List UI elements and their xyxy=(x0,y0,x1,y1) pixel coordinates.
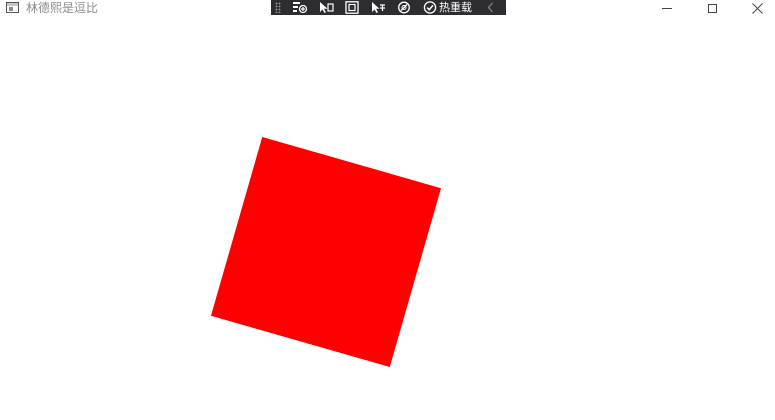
select-element-icon xyxy=(320,2,334,13)
display-layout-adorners-button[interactable] xyxy=(343,1,361,14)
chevron-left-icon xyxy=(487,2,493,13)
accessibility-checker-icon xyxy=(398,1,410,14)
hot-reload-button[interactable]: 热重载 xyxy=(423,1,472,14)
track-focused-element-button[interactable] xyxy=(369,1,387,14)
app-window: 林德熙是逗比 热重载 xyxy=(0,0,775,420)
window-title: 林德熙是逗比 xyxy=(26,1,99,15)
hot-reload-label: 热重载 xyxy=(439,1,472,14)
check-circle-icon xyxy=(423,1,437,14)
maximize-button[interactable] xyxy=(689,0,735,16)
content-area xyxy=(0,16,775,420)
close-icon xyxy=(751,2,763,14)
app-icon[interactable] xyxy=(6,2,19,13)
toolbar-grip-icon[interactable] xyxy=(275,2,281,13)
maximize-icon xyxy=(707,3,717,13)
rotated-red-square xyxy=(210,136,442,368)
display-layout-adorners-icon xyxy=(345,1,359,14)
collapse-toolbar-button[interactable] xyxy=(485,1,495,14)
track-focused-element-icon xyxy=(372,2,385,13)
minimize-icon xyxy=(662,7,672,9)
select-element-button[interactable] xyxy=(317,1,335,14)
live-visual-tree-button[interactable] xyxy=(291,1,309,14)
accessibility-checker-button[interactable] xyxy=(395,1,413,14)
minimize-button[interactable] xyxy=(644,0,690,16)
xaml-debug-toolbar: 热重载 xyxy=(271,0,506,15)
live-visual-tree-icon xyxy=(293,2,308,14)
close-button[interactable] xyxy=(734,0,775,16)
